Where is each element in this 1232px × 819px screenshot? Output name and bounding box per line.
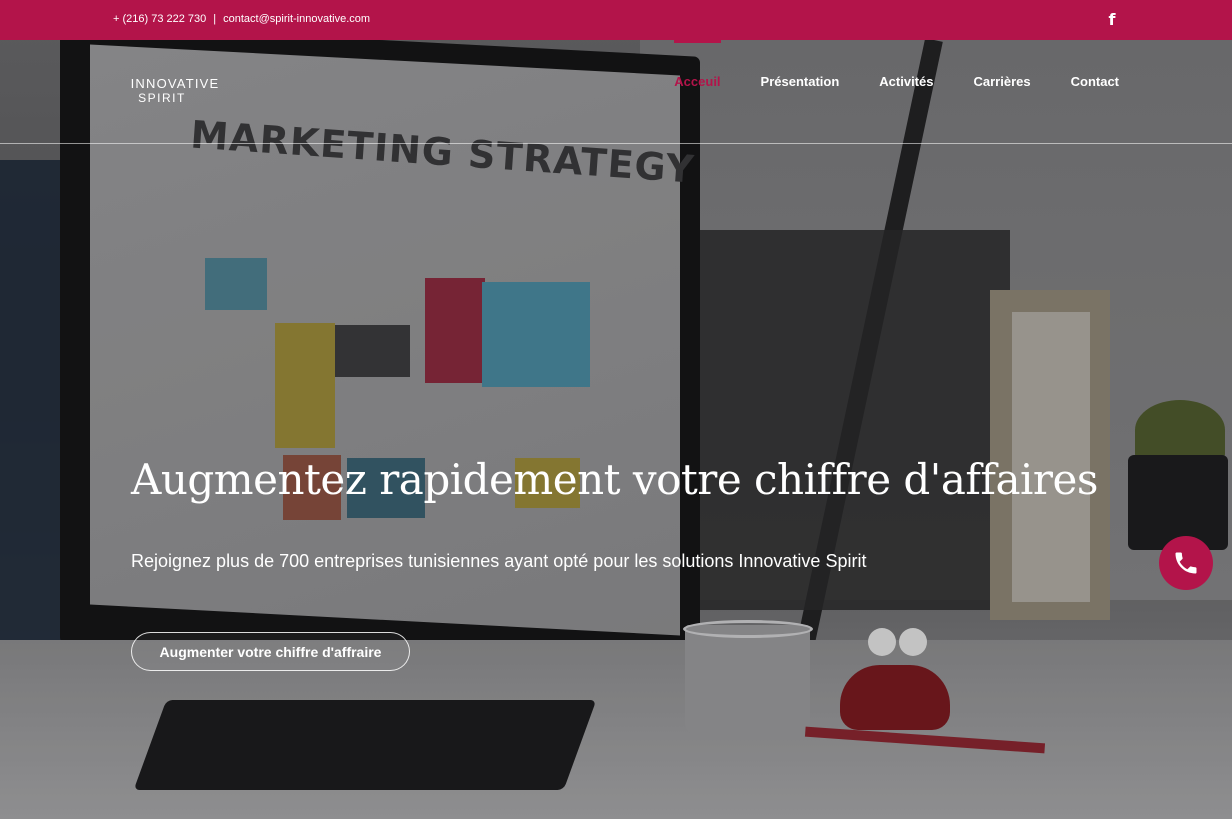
email-link[interactable]: contact@spirit-innovative.com bbox=[223, 13, 370, 25]
nav-item-label: Carrières bbox=[973, 73, 1031, 89]
nav-item-presentation[interactable]: Présentation bbox=[741, 40, 860, 144]
nav-item-contact[interactable]: Contact bbox=[1051, 40, 1119, 144]
nav-item-label: Présentation bbox=[760, 73, 840, 89]
contact-info: + (216) 73 222 730 | contact@spirit-innova… bbox=[113, 13, 370, 25]
nav-item-label: Activités bbox=[879, 73, 934, 89]
phone-icon bbox=[1175, 552, 1197, 574]
logo-line-2: SPIRIT bbox=[138, 91, 186, 105]
facebook-icon[interactable]: f bbox=[1106, 10, 1118, 30]
main-nav: Acceuil Présentation Activités Carrières… bbox=[654, 40, 1119, 144]
site-logo[interactable]: INNOVATIVE SPIRIT bbox=[120, 76, 230, 106]
main-header: INNOVATIVE SPIRIT Acceuil Présentation A… bbox=[0, 40, 1232, 144]
call-button[interactable] bbox=[1159, 536, 1213, 590]
logo-line-1: INNOVATIVE bbox=[130, 76, 220, 91]
top-bar: + (216) 73 222 730 | contact@spirit-innova… bbox=[0, 0, 1232, 40]
cta-button[interactable]: Augmenter votre chiffre d'affraire bbox=[131, 632, 410, 671]
hero-title: Augmentez rapidement votre chiffre d'aff… bbox=[131, 455, 1098, 504]
nav-item-carrieres[interactable]: Carrières bbox=[954, 40, 1051, 144]
hero-subtitle: Rejoignez plus de 700 entreprises tunisi… bbox=[131, 551, 867, 571]
nav-item-label: Contact bbox=[1070, 73, 1119, 89]
nav-item-acceuil[interactable]: Acceuil bbox=[654, 40, 740, 144]
nav-item-activites[interactable]: Activités bbox=[859, 40, 953, 144]
nav-item-label: Acceuil bbox=[674, 73, 721, 89]
contact-separator: | bbox=[213, 13, 217, 25]
phone-number[interactable]: + (216) 73 222 730 bbox=[113, 13, 206, 25]
